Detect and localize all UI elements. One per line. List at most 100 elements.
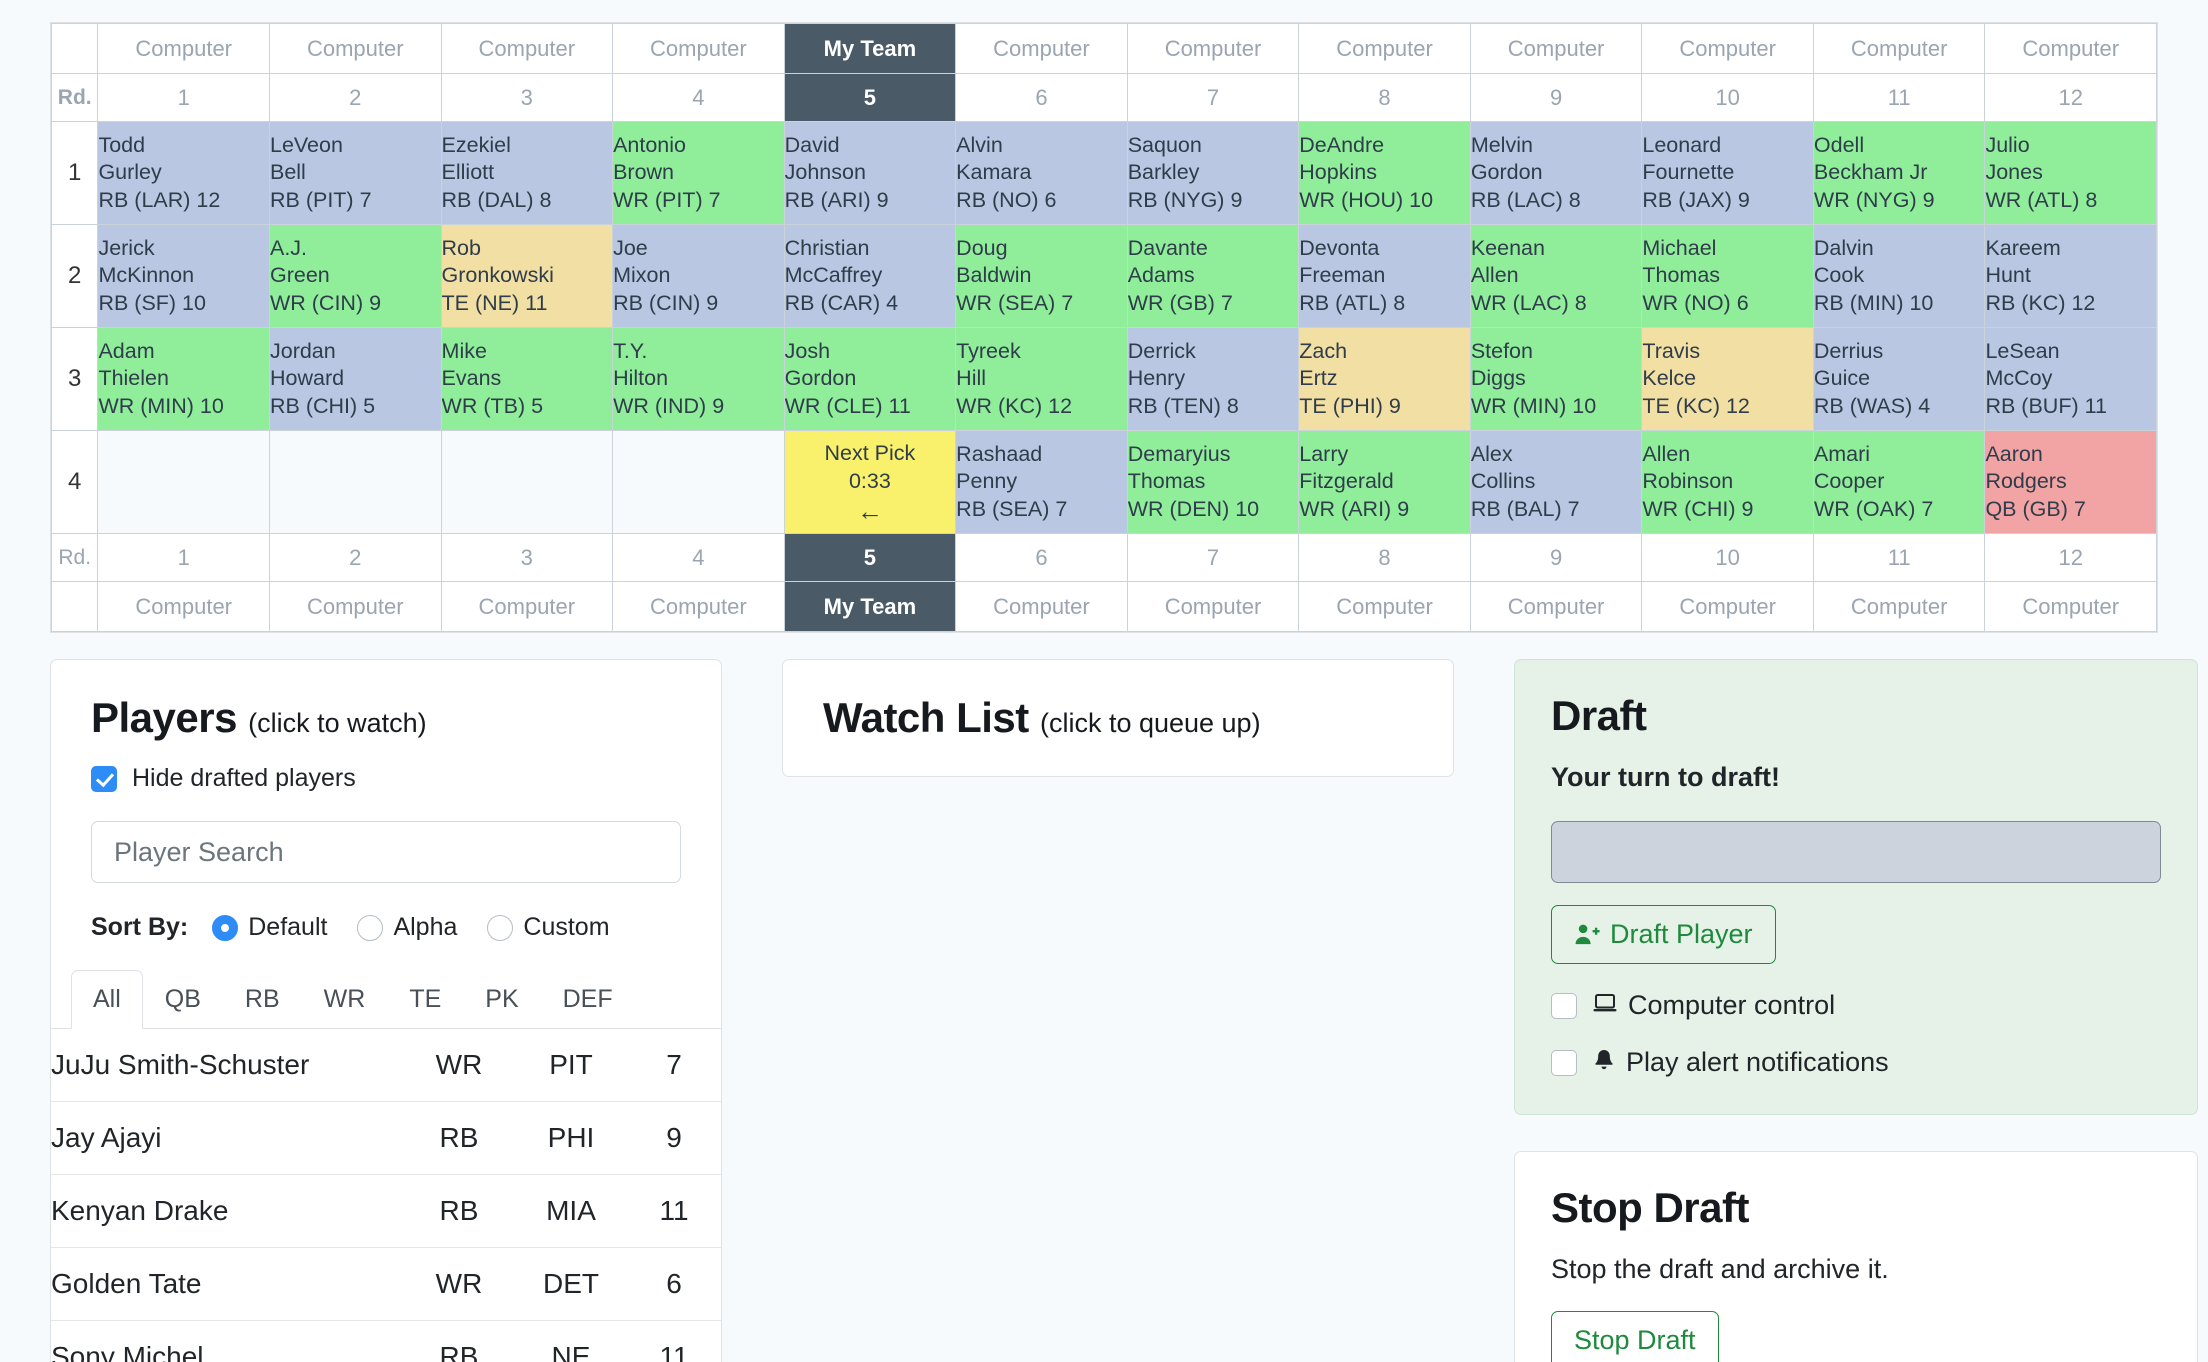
pick-cell[interactable]: Jordan Howard RB (CHI) 5 xyxy=(268,327,442,431)
round-number-1: 1 xyxy=(50,121,99,225)
pick-cell[interactable]: David Johnson RB (ARI) 9 xyxy=(783,121,957,225)
team-footer-4[interactable]: Computer xyxy=(612,581,785,632)
pick-cell[interactable]: LeSean McCoy RB (BUF) 11 xyxy=(1984,327,2157,431)
person-plus-icon xyxy=(1574,922,1600,948)
pick-cell[interactable]: Kareem Hunt RB (KC) 12 xyxy=(1984,224,2157,328)
team-footer-6[interactable]: Computer xyxy=(955,581,1128,632)
player-row[interactable]: Kenyan Drake RB MIA 11 xyxy=(51,1174,721,1248)
pick-cell[interactable]: A.J. Green WR (CIN) 9 xyxy=(268,224,442,328)
radio-custom[interactable] xyxy=(487,914,514,941)
team-footer-2[interactable]: Computer xyxy=(268,581,442,632)
team-header-3[interactable]: Computer xyxy=(440,23,614,74)
team-header-9[interactable]: Computer xyxy=(1469,23,1643,74)
team-footer-10[interactable]: Computer xyxy=(1641,581,1814,632)
computer-control-checkbox[interactable] xyxy=(1551,992,1577,1019)
pick-cell[interactable]: Aaron Rodgers QB (GB) 7 xyxy=(1984,430,2157,534)
pick-cell[interactable]: Adam Thielen WR (MIN) 10 xyxy=(97,327,270,431)
position-tab-pk[interactable]: PK xyxy=(463,970,540,1029)
pick-cell[interactable]: Amari Cooper WR (OAK) 7 xyxy=(1812,430,1986,534)
player-row[interactable]: JuJu Smith-Schuster WR PIT 7 xyxy=(51,1029,721,1102)
position-tab-wr[interactable]: WR xyxy=(302,970,388,1029)
pick-cell[interactable]: DeAndre Hopkins WR (HOU) 10 xyxy=(1298,121,1471,225)
pick-cell[interactable]: Michael Thomas WR (NO) 6 xyxy=(1641,224,1814,328)
team-header-6[interactable]: Computer xyxy=(955,23,1128,74)
pick-cell[interactable]: Derrius Guice RB (WAS) 4 xyxy=(1812,327,1986,431)
team-footer-1[interactable]: Computer xyxy=(97,581,270,632)
team-header-10[interactable]: Computer xyxy=(1641,23,1814,74)
draft-player-select[interactable] xyxy=(1551,821,2161,883)
pick-cell[interactable]: Christian McCaffrey RB (CAR) 4 xyxy=(783,224,957,328)
pick-cell[interactable]: Alvin Kamara RB (NO) 6 xyxy=(955,121,1128,225)
sort-option-custom[interactable]: Custom xyxy=(487,913,610,942)
pick-cell[interactable]: Derrick Henry RB (TEN) 8 xyxy=(1126,327,1300,431)
sort-option-default[interactable]: Default xyxy=(212,913,327,942)
team-header-4[interactable]: Computer xyxy=(612,23,785,74)
player-row[interactable]: Jay Ajayi RB PHI 9 xyxy=(51,1101,721,1175)
radio-default[interactable] xyxy=(212,914,239,941)
hide-drafted-checkbox[interactable] xyxy=(91,765,117,792)
pick-cell[interactable]: Doug Baldwin WR (SEA) 7 xyxy=(955,224,1128,328)
pick-cell[interactable]: Rashaad Penny RB (SEA) 7 xyxy=(955,430,1128,534)
pick-cell[interactable]: Josh Gordon WR (CLE) 11 xyxy=(783,327,957,431)
team-header-11[interactable]: Computer xyxy=(1812,23,1986,74)
pick-cell[interactable]: Dalvin Cook RB (MIN) 10 xyxy=(1812,224,1986,328)
position-tab-def[interactable]: DEF xyxy=(541,970,635,1029)
pick-cell[interactable]: Devonta Freeman RB (ATL) 8 xyxy=(1298,224,1471,328)
pick-cell[interactable]: Larry Fitzgerald WR (ARI) 9 xyxy=(1298,430,1471,534)
team-header-8[interactable]: Computer xyxy=(1298,23,1471,74)
pick-cell[interactable]: T.Y. Hilton WR (IND) 9 xyxy=(612,327,785,431)
team-footer-12[interactable]: Computer xyxy=(1984,581,2157,632)
team-footer-3[interactable]: Computer xyxy=(440,581,614,632)
team-footer-8[interactable]: Computer xyxy=(1298,581,1471,632)
pick-cell[interactable]: Joe Mixon RB (CIN) 9 xyxy=(612,224,785,328)
next-pick-cell[interactable]: Next Pick 0:33 ← xyxy=(783,430,957,534)
pick-cell[interactable]: Tyreek Hill WR (KC) 12 xyxy=(955,327,1128,431)
stop-draft-button[interactable]: Stop Draft xyxy=(1551,1311,1719,1362)
pick-cell[interactable]: Zach Ertz TE (PHI) 9 xyxy=(1298,327,1471,431)
pick-cell[interactable]: Alex Collins RB (BAL) 7 xyxy=(1469,430,1643,534)
pick-last-name: Cooper xyxy=(1813,469,1885,494)
pick-cell[interactable]: Julio Jones WR (ATL) 8 xyxy=(1984,121,2157,225)
computer-control-row[interactable]: Computer control xyxy=(1551,990,2161,1021)
team-footer-11[interactable]: Computer xyxy=(1812,581,1986,632)
pick-cell[interactable]: Melvin Gordon RB (LAC) 8 xyxy=(1469,121,1643,225)
team-header-1[interactable]: Computer xyxy=(97,23,270,74)
position-tab-rb[interactable]: RB xyxy=(223,970,302,1029)
play-alert-row[interactable]: Play alert notifications xyxy=(1551,1047,2161,1078)
pick-cell[interactable]: Ezekiel Elliott RB (DAL) 8 xyxy=(440,121,614,225)
team-footer-7[interactable]: Computer xyxy=(1126,581,1300,632)
pick-cell[interactable]: Keenan Allen WR (LAC) 8 xyxy=(1469,224,1643,328)
pick-cell[interactable]: Stefon Diggs WR (MIN) 10 xyxy=(1469,327,1643,431)
pick-cell[interactable]: Demaryius Thomas WR (DEN) 10 xyxy=(1126,430,1300,534)
pick-cell[interactable]: Mike Evans WR (TB) 5 xyxy=(440,327,614,431)
pick-cell[interactable]: Travis Kelce TE (KC) 12 xyxy=(1641,327,1814,431)
pick-cell[interactable]: Leonard Fournette RB (JAX) 9 xyxy=(1641,121,1814,225)
pick-first-name: Alvin xyxy=(956,132,1003,157)
pick-cell[interactable]: Jerick McKinnon RB (SF) 10 xyxy=(97,224,270,328)
draft-player-button[interactable]: Draft Player xyxy=(1551,905,1776,964)
pick-cell[interactable]: Saquon Barkley RB (NYG) 9 xyxy=(1126,121,1300,225)
play-alert-checkbox[interactable] xyxy=(1551,1049,1577,1076)
radio-alpha[interactable] xyxy=(357,914,384,941)
pick-cell[interactable]: Rob Gronkowski TE (NE) 11 xyxy=(440,224,614,328)
position-tab-te[interactable]: TE xyxy=(387,970,463,1029)
player-row[interactable]: Golden Tate WR DET 6 xyxy=(51,1247,721,1321)
player-row[interactable]: Sony Michel RB NE 11 xyxy=(51,1320,721,1362)
team-header-5[interactable]: My Team xyxy=(783,23,957,74)
pick-cell[interactable]: Antonio Brown WR (PIT) 7 xyxy=(612,121,785,225)
pick-cell[interactable]: Odell Beckham Jr WR (NYG) 9 xyxy=(1812,121,1986,225)
position-tab-all[interactable]: All xyxy=(71,970,143,1029)
sort-option-alpha[interactable]: Alpha xyxy=(357,913,457,942)
team-footer-5[interactable]: My Team xyxy=(783,581,957,632)
hide-drafted-row[interactable]: Hide drafted players xyxy=(91,764,681,793)
team-header-12[interactable]: Computer xyxy=(1984,23,2157,74)
team-header-7[interactable]: Computer xyxy=(1126,23,1300,74)
pick-cell[interactable]: Todd Gurley RB (LAR) 12 xyxy=(97,121,270,225)
pick-cell[interactable]: LeVeon Bell RB (PIT) 7 xyxy=(268,121,442,225)
position-tab-qb[interactable]: QB xyxy=(143,970,223,1029)
team-footer-9[interactable]: Computer xyxy=(1469,581,1643,632)
player-search-input[interactable] xyxy=(91,821,681,883)
pick-cell[interactable]: Allen Robinson WR (CHI) 9 xyxy=(1641,430,1814,534)
pick-cell[interactable]: Davante Adams WR (GB) 7 xyxy=(1126,224,1300,328)
team-header-2[interactable]: Computer xyxy=(268,23,442,74)
